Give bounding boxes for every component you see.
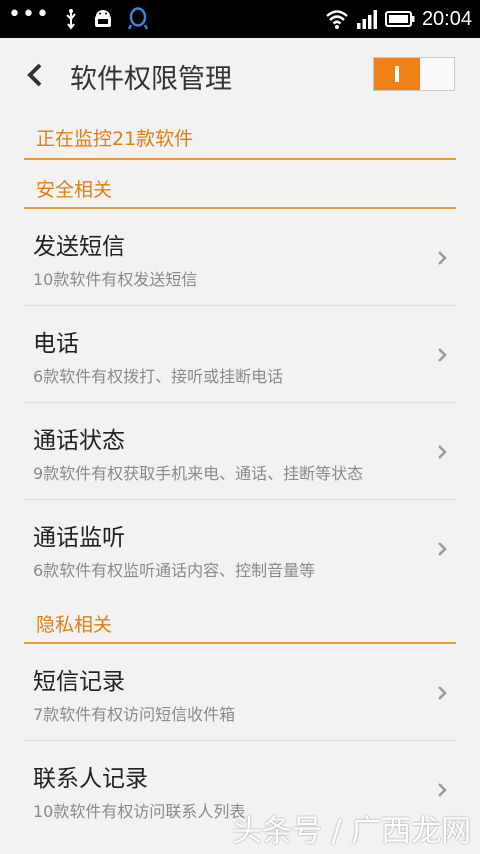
chevron-right-icon bbox=[438, 251, 447, 265]
chevron-right-icon bbox=[438, 542, 447, 556]
row-subtitle: 6款软件有权拨打、接听或挂断电话 bbox=[33, 367, 284, 386]
row-subtitle: 7款软件有权访问短信收件箱 bbox=[33, 705, 236, 724]
row-title: 发送短信 bbox=[33, 234, 125, 260]
toggle-on-half bbox=[374, 58, 420, 90]
qq-icon bbox=[127, 7, 148, 30]
row-subtitle: 10款软件有权访问联系人列表 bbox=[33, 802, 246, 821]
row-title: 联系人记录 bbox=[33, 766, 148, 792]
battery-icon bbox=[384, 11, 415, 27]
watermark: 头条号 / 广西龙网 bbox=[232, 814, 472, 849]
row-title: 短信记录 bbox=[33, 669, 125, 695]
status-time: 20:04 bbox=[421, 7, 472, 30]
section-header-security: 安全相关 bbox=[36, 179, 113, 201]
row-call-state[interactable]: 通话状态 9款软件有权获取手机来电、通话、挂断等状态 bbox=[0, 403, 480, 500]
header: 软件权限管理 bbox=[0, 38, 480, 114]
wifi-icon bbox=[326, 10, 348, 29]
status-left: ••• bbox=[8, 0, 148, 38]
android-icon bbox=[94, 10, 111, 27]
row-phone[interactable]: 电话 6款软件有权拨打、接听或挂断电话 bbox=[0, 306, 480, 403]
usb-icon bbox=[66, 9, 76, 30]
row-title: 电话 bbox=[33, 331, 79, 357]
row-subtitle: 6款软件有权监听通话内容、控制音量等 bbox=[33, 561, 316, 580]
monitor-status-text: 正在监控21款软件 bbox=[36, 128, 194, 150]
master-toggle[interactable] bbox=[373, 57, 455, 91]
signal-icon bbox=[356, 10, 377, 29]
row-title: 通话监听 bbox=[33, 525, 125, 551]
app-content: 软件权限管理 正在监控21款软件 安全相关 发送短信 10款软件有权发送短信 电… bbox=[0, 38, 480, 854]
more-dots-icon: ••• bbox=[8, 2, 50, 27]
section-divider bbox=[24, 158, 456, 160]
toggle-bar-icon bbox=[395, 66, 399, 82]
row-subtitle: 9款软件有权获取手机来电、通话、挂断等状态 bbox=[33, 464, 364, 483]
status-bar: ••• 20:04 bbox=[0, 0, 480, 38]
chevron-right-icon bbox=[438, 686, 447, 700]
row-title: 通话状态 bbox=[33, 428, 125, 454]
back-arrow-icon[interactable] bbox=[22, 60, 52, 90]
row-subtitle: 10款软件有权发送短信 bbox=[33, 270, 198, 289]
row-send-sms[interactable]: 发送短信 10款软件有权发送短信 bbox=[0, 209, 480, 306]
chevron-right-icon bbox=[438, 783, 447, 797]
status-right: 20:04 bbox=[325, 0, 472, 38]
chevron-right-icon bbox=[438, 348, 447, 362]
section-header-privacy: 隐私相关 bbox=[36, 614, 113, 636]
row-call-monitor[interactable]: 通话监听 6款软件有权监听通话内容、控制音量等 bbox=[0, 500, 480, 597]
chevron-right-icon bbox=[438, 445, 447, 459]
row-sms-records[interactable]: 短信记录 7款软件有权访问短信收件箱 bbox=[0, 644, 480, 741]
page-title: 软件权限管理 bbox=[70, 64, 232, 95]
